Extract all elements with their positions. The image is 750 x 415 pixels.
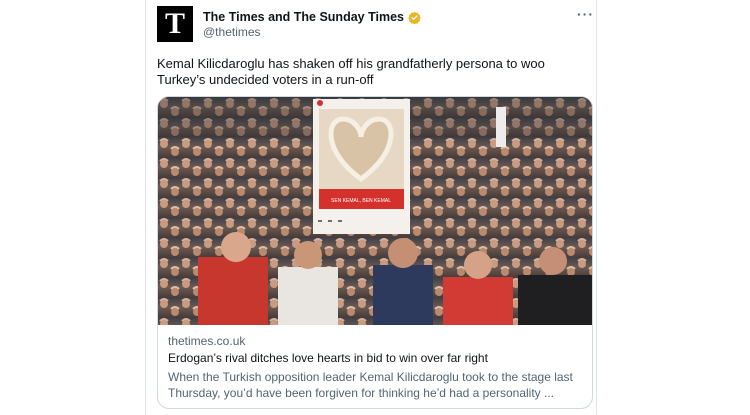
handle[interactable]: @thetimes [203, 25, 261, 39]
tweet[interactable]: T The Times and The Sunday Times @thetim… [145, 0, 595, 415]
svg-text:SEN KEMAL, BEN KEMAL: SEN KEMAL, BEN KEMAL [331, 198, 391, 204]
author-row: The Times and The Sunday Times [203, 9, 421, 25]
verified-badge-icon [408, 11, 421, 24]
display-name[interactable]: The Times and The Sunday Times [203, 10, 404, 24]
avatar[interactable]: T [157, 6, 193, 42]
card-description: When the Turkish opposition leader Kemal… [168, 370, 573, 400]
link-card[interactable]: SEN KEMAL, BEN KEMAL thetimes.co.uk Erdo… [157, 96, 593, 409]
tweet-text: Kemal Kilicdaroglu has shaken off his gr… [157, 56, 545, 87]
right-frame-line [596, 0, 597, 415]
more-options-icon[interactable]: ··· [577, 7, 594, 21]
card-headline[interactable]: Erdogan’s rival ditches love hearts in b… [168, 351, 488, 365]
crowd-heart-photo[interactable]: SEN KEMAL, BEN KEMAL [158, 97, 592, 325]
card-domain: thetimes.co.uk [168, 334, 246, 348]
